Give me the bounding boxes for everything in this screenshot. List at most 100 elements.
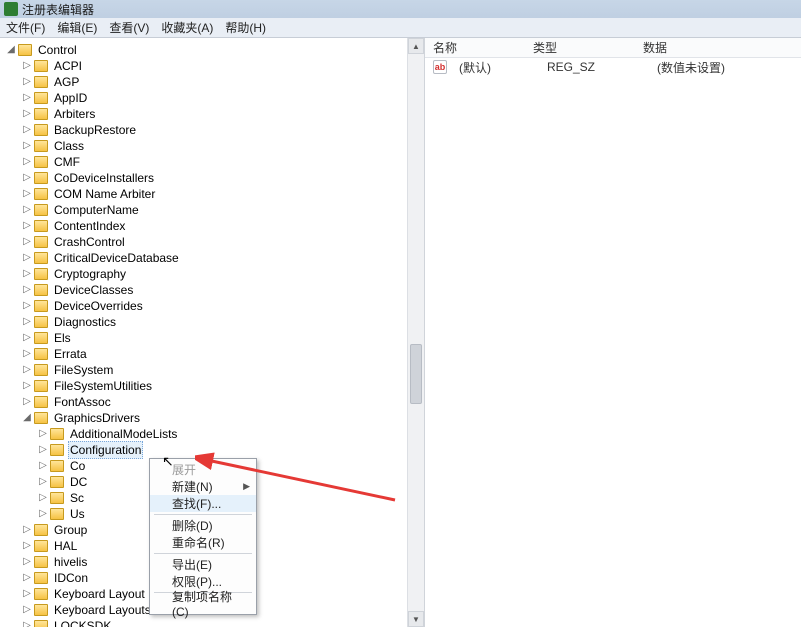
tree-item[interactable]: ▷ Errata [22,346,424,362]
expand-icon[interactable]: ▷ [38,442,48,458]
expand-icon[interactable]: ▷ [38,490,48,506]
expand-icon[interactable]: ▷ [22,106,32,122]
column-name[interactable]: 名称 [425,39,525,56]
tree-item[interactable]: ▷CrashControl [22,234,424,250]
expand-icon[interactable]: ▷ [22,250,32,266]
folder-icon [34,284,48,296]
folder-icon [50,508,64,520]
expand-icon[interactable]: ▷ [22,586,32,602]
expand-icon[interactable]: ▷ [22,602,32,618]
tree-item[interactable]: ▷AdditionalModeLists [38,426,424,442]
tree-item[interactable]: ▷ACPI [22,58,424,74]
context-menu: 展开新建(N)▶查找(F)...删除(D)重命名(R)导出(E)权限(P)...… [149,458,257,615]
folder-icon [50,460,64,472]
context-menu-item[interactable]: 导出(E) [150,556,256,573]
expand-icon[interactable]: ▷ [22,170,32,186]
tree-label: FileSystemUtilities [52,378,154,394]
folder-icon [18,44,32,56]
tree-item[interactable]: ▷AppID [22,90,424,106]
expand-icon[interactable]: ▷ [22,570,32,586]
expand-icon[interactable]: ▷ [22,186,32,202]
expand-icon[interactable]: ▷ [22,234,32,250]
expand-icon[interactable]: ▷ [38,474,48,490]
tree-label: Class [52,138,86,154]
tree-item[interactable]: ▷ Diagnostics [22,314,424,330]
expand-icon[interactable]: ▷ [22,218,32,234]
tree-item[interactable]: ▷ComputerName [22,202,424,218]
tree-item[interactable]: ▷BackupRestore [22,122,424,138]
expand-icon[interactable]: ▷ [22,394,32,410]
tree-item[interactable]: ▷CMF [22,154,424,170]
tree-item[interactable]: ▷CoDeviceInstallers [22,170,424,186]
tree-item[interactable]: ▷FileSystem [22,362,424,378]
context-menu-item[interactable]: 复制项名称(C) [150,595,256,612]
context-menu-item[interactable]: 重命名(R) [150,534,256,551]
expand-icon[interactable]: ▷ [22,346,32,362]
expand-icon[interactable]: ▷ [22,314,32,330]
expand-icon[interactable]: ▷ [22,378,32,394]
menu-view[interactable]: 查看(V) [109,19,149,36]
menu-separator [154,514,252,515]
menu-edit[interactable]: 编辑(E) [57,19,97,36]
tree-item[interactable]: ▷DeviceClasses [22,282,424,298]
expand-icon[interactable]: ▷ [22,522,32,538]
expand-icon[interactable]: ▷ [22,362,32,378]
expand-icon[interactable]: ▷ [22,554,32,570]
tree-scrollbar[interactable]: ▲ ▼ [407,38,424,627]
column-data[interactable]: 数据 [635,39,801,56]
menu-favorites[interactable]: 收藏夹(A) [161,19,213,36]
expand-icon[interactable]: ▷ [22,154,32,170]
expand-icon[interactable]: ▷ [22,90,32,106]
expand-icon[interactable]: ▷ [22,538,32,554]
titlebar: 注册表编辑器 [0,0,801,18]
expand-icon[interactable]: ▷ [22,122,32,138]
tree-item[interactable]: ▷COM Name Arbiter [22,186,424,202]
expand-icon[interactable]: ▷ [22,266,32,282]
tree-item[interactable]: ▷ Configuration [38,442,424,458]
tree-item[interactable]: ▷LOCKSDK [22,618,424,627]
collapse-icon[interactable]: ◢ [22,410,32,426]
expand-icon[interactable]: ▷ [38,458,48,474]
tree-item[interactable]: ◢GraphicsDrivers [22,410,424,426]
expand-icon[interactable]: ▷ [22,298,32,314]
collapse-icon[interactable]: ◢ [6,42,16,58]
expand-icon[interactable]: ▷ [22,138,32,154]
tree-label: Configuration [68,441,143,459]
tree-item[interactable]: ▷Arbiters [22,106,424,122]
menu-help[interactable]: 帮助(H) [225,19,266,36]
expand-icon[interactable]: ▷ [22,330,32,346]
tree-item[interactable]: ▷ FileSystemUtilities [22,378,424,394]
expand-icon[interactable]: ▷ [22,58,32,74]
column-type[interactable]: 类型 [525,39,635,56]
tree-item[interactable]: ▷CriticalDeviceDatabase [22,250,424,266]
expand-icon[interactable]: ▷ [22,74,32,90]
tree-label: Els [52,330,73,346]
expand-icon[interactable]: ▷ [22,202,32,218]
tree-item[interactable]: ▷AGP [22,74,424,90]
tree-item[interactable]: ◢ Control [6,42,424,58]
expand-icon[interactable]: ▷ [22,282,32,298]
tree-label: Errata [52,346,89,362]
scroll-track[interactable] [408,54,424,611]
context-menu-item[interactable]: 删除(D) [150,517,256,534]
expand-icon[interactable]: ▷ [38,426,48,442]
expand-icon[interactable]: ▷ [38,506,48,522]
tree-item[interactable]: ▷DeviceOverrides [22,298,424,314]
tree-item[interactable]: ▷Cryptography [22,266,424,282]
menu-file[interactable]: 文件(F) [6,19,45,36]
submenu-arrow-icon: ▶ [243,481,250,492]
folder-icon [34,540,48,552]
tree-item[interactable]: ▷FontAssoc [22,394,424,410]
scroll-thumb[interactable] [410,344,422,404]
scroll-down-button[interactable]: ▼ [408,611,424,627]
folder-icon [34,92,48,104]
scroll-up-button[interactable]: ▲ [408,38,424,54]
expand-icon[interactable]: ▷ [22,618,32,627]
tree-label: Diagnostics [52,314,118,330]
tree-item[interactable]: ▷ContentIndex [22,218,424,234]
context-menu-item[interactable]: 查找(F)... [150,495,256,512]
tree-item[interactable]: ▷ Els [22,330,424,346]
tree-item[interactable]: ▷ Class [22,138,424,154]
context-menu-item[interactable]: 新建(N)▶ [150,478,256,495]
list-row[interactable]: ab(默认)REG_SZ(数值未设置) [425,58,801,76]
